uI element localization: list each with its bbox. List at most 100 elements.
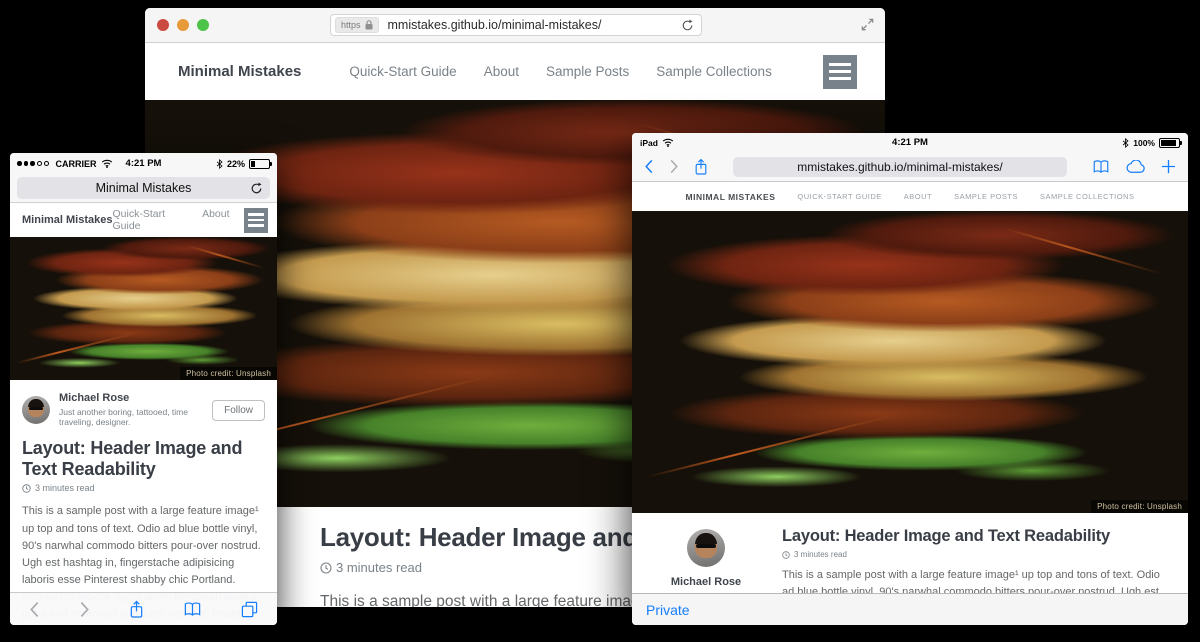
ipad-toolbar: mmistakes.github.io/minimal-mistakes/ [632,152,1188,182]
site-masthead: Minimal Mistakes Quick-Start Guide About… [145,43,885,100]
lock-icon [365,20,373,30]
back-button[interactable] [644,159,654,174]
icloud-tabs-button[interactable] [1125,160,1146,174]
bookmarks-button[interactable] [183,601,202,617]
iphone-url-row: Minimal Mistakes [10,174,277,203]
author-avatar [22,396,50,424]
fullscreen-button[interactable] [860,17,875,32]
minimize-window-button[interactable] [177,19,189,31]
fullscreen-icon [860,17,875,32]
signal-strength-icon [17,161,49,166]
tabs-icon [241,601,258,618]
plus-icon [1161,159,1176,174]
nav-link-quick-start-guide[interactable]: Quick-Start Guide [349,64,456,79]
follow-button[interactable]: Follow [212,400,265,421]
author-info: Michael Rose Just another boring, tattoo… [59,392,212,428]
iphone-bottom-toolbar [10,592,277,625]
address-bar[interactable]: https mmistakes.github.io/minimal-mistak… [330,14,702,36]
status-right: 22% [161,159,270,169]
author-avatar [687,529,725,567]
share-icon [694,158,708,176]
forward-button[interactable] [79,601,90,618]
reload-icon [250,182,263,195]
browser-titlebar: https mmistakes.github.io/minimal-mistak… [145,8,885,43]
iphone-url-title: Minimal Mistakes [96,181,192,195]
nav-link-quick-start-guide[interactable]: Quick-Start Guide [797,192,881,201]
nav-link-sample-collections[interactable]: Sample Collections [1040,192,1134,201]
site-title-link[interactable]: Minimal Mistakes [22,214,112,226]
bluetooth-icon [216,159,223,169]
nav-link-about[interactable]: About [202,208,229,232]
wifi-icon [101,159,113,168]
book-icon [183,601,202,617]
book-icon [1092,159,1110,174]
nav-link-about[interactable]: About [484,64,519,79]
menu-button[interactable] [244,208,268,233]
ipad-site-masthead: Minimal Mistakes Quick-Start Guide About… [632,182,1188,211]
carrier-label: CARRIER [56,159,97,169]
nav-link-quick-start-guide[interactable]: Quick-Start Guide [112,208,185,232]
author-name: Michael Rose [59,392,212,406]
reload-button[interactable] [681,19,694,32]
article-title: Layout: Header Image and Text Readabilit… [782,527,1168,546]
close-window-button[interactable] [157,19,169,31]
nav-link-sample-collections[interactable]: Sample Collections [656,64,772,79]
ipad-private-bar: Private [632,593,1188,625]
site-title-link[interactable]: Minimal Mistakes [178,63,301,80]
wifi-icon [662,138,674,147]
clock-icon [782,551,790,559]
reload-icon [681,19,694,32]
chevron-left-icon [644,159,654,174]
window-controls [157,19,209,31]
ipad-screen: iPad 4:21 PM 100% mmistakes.github.io/mi… [632,133,1188,625]
battery-icon [1159,138,1180,148]
clock-icon [320,562,332,574]
author-block: Michael Rose Just another boring, tattoo… [22,392,265,428]
zoom-window-button[interactable] [197,19,209,31]
new-tab-button[interactable] [1161,159,1176,174]
back-button[interactable] [29,601,40,618]
https-label: https [341,21,361,30]
article-title: Layout: Header Image and Text Readabilit… [22,438,265,479]
iphone-reload-button[interactable] [250,182,263,195]
iphone-article: Michael Rose Just another boring, tattoo… [10,380,277,625]
share-button[interactable] [129,600,144,619]
header-feature-image: Photo credit: Unsplash [632,211,1188,513]
iphone-site-masthead: Minimal Mistakes Quick-Start Guide About [10,203,277,237]
nav-link-sample-posts[interactable]: Sample Posts [546,64,629,79]
clock-icon [22,484,31,493]
author-name: Michael Rose [658,576,754,588]
author-bio: Just another boring, tattooed, time trav… [59,407,212,428]
url-text: mmistakes.github.io/minimal-mistakes/ [797,160,1002,174]
header-feature-image: Photo credit: Unsplash [10,237,277,380]
site-nav: Quick-Start Guide About [112,208,229,232]
bookmarks-button[interactable] [1092,159,1110,174]
site-title-link[interactable]: Minimal Mistakes [686,192,776,202]
share-icon [129,600,144,619]
bluetooth-icon [1122,138,1129,148]
device-label: iPad [640,138,658,148]
iphone-screen: CARRIER 4:21 PM 22% Minimal Mistakes Min… [10,153,277,625]
iphone-address-bar[interactable]: Minimal Mistakes [17,177,270,199]
iphone-status-bar: CARRIER 4:21 PM 22% [10,153,277,174]
battery-percent: 100% [1133,138,1155,148]
chevron-right-icon [669,159,679,174]
forward-button[interactable] [669,159,679,174]
ipad-address-bar[interactable]: mmistakes.github.io/minimal-mistakes/ [733,157,1067,177]
nav-link-about[interactable]: About [904,192,932,201]
nav-link-sample-posts[interactable]: Sample Posts [954,192,1018,201]
private-browsing-button[interactable]: Private [646,602,690,618]
share-button[interactable] [694,158,708,176]
battery-percent: 22% [227,159,245,169]
status-time: 4:21 PM [126,158,162,169]
photo-credit-badge: Photo credit: Unsplash [1091,500,1188,513]
url-text: mmistakes.github.io/minimal-mistakes/ [388,18,602,32]
battery-icon [249,159,270,169]
photo-credit-badge: Photo credit: Unsplash [180,367,277,380]
status-left: CARRIER [17,159,126,169]
menu-button[interactable] [823,55,857,89]
read-time: 3 minutes read [22,483,265,493]
tabs-button[interactable] [241,601,258,618]
status-time: 4:21 PM [892,137,928,148]
chevron-right-icon [79,601,90,618]
